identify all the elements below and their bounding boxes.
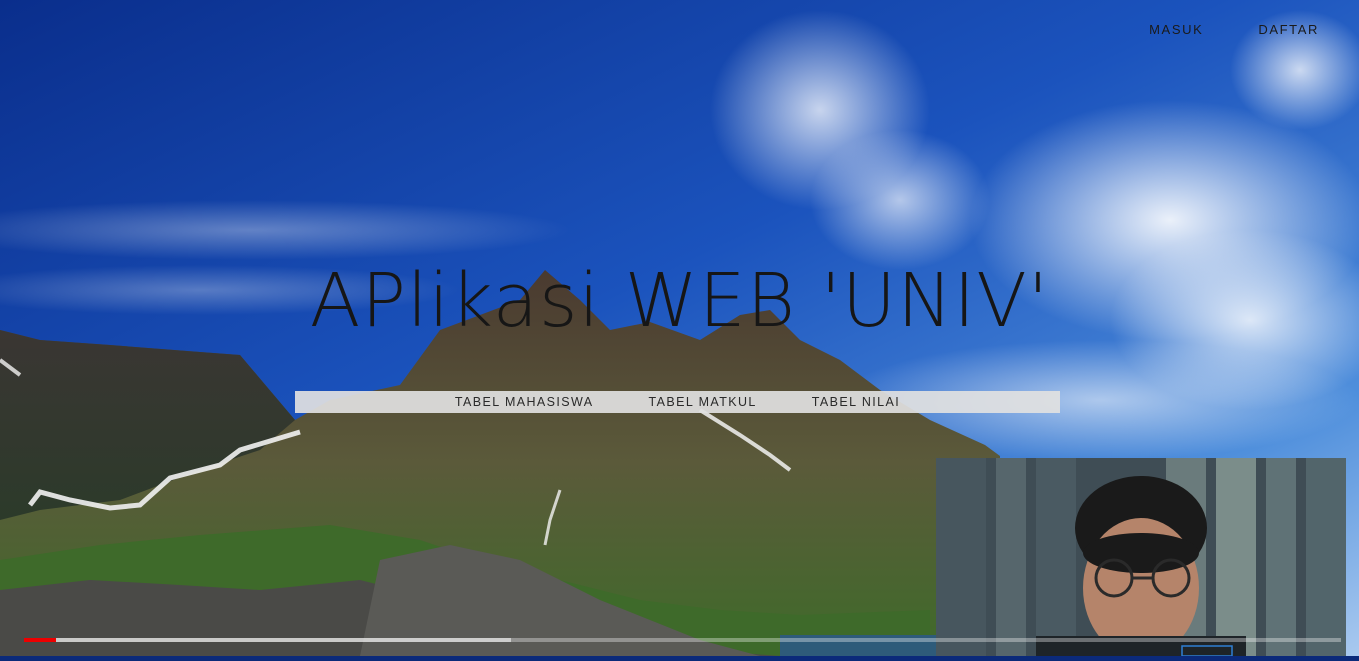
- page-title: APlikasi WEB 'UNIV': [309, 258, 1050, 344]
- main-menu: TABEL MAHASISWA TABEL MATKUL TABEL NILAI: [295, 391, 1060, 413]
- menu-item-tabel-matkul[interactable]: TABEL MATKUL: [649, 395, 757, 409]
- webcam-overlay: [936, 458, 1346, 656]
- webcam-person-image: [936, 458, 1346, 656]
- login-link[interactable]: MASUK: [1149, 22, 1203, 37]
- video-progress-fill: [24, 638, 56, 642]
- menu-item-tabel-mahasiswa[interactable]: TABEL MAHASISWA: [455, 395, 594, 409]
- register-link[interactable]: DAFTAR: [1258, 22, 1319, 37]
- top-nav: MASUK DAFTAR: [1149, 22, 1319, 37]
- menu-item-tabel-nilai[interactable]: TABEL NILAI: [812, 395, 900, 409]
- video-buffer-bar: [24, 638, 512, 642]
